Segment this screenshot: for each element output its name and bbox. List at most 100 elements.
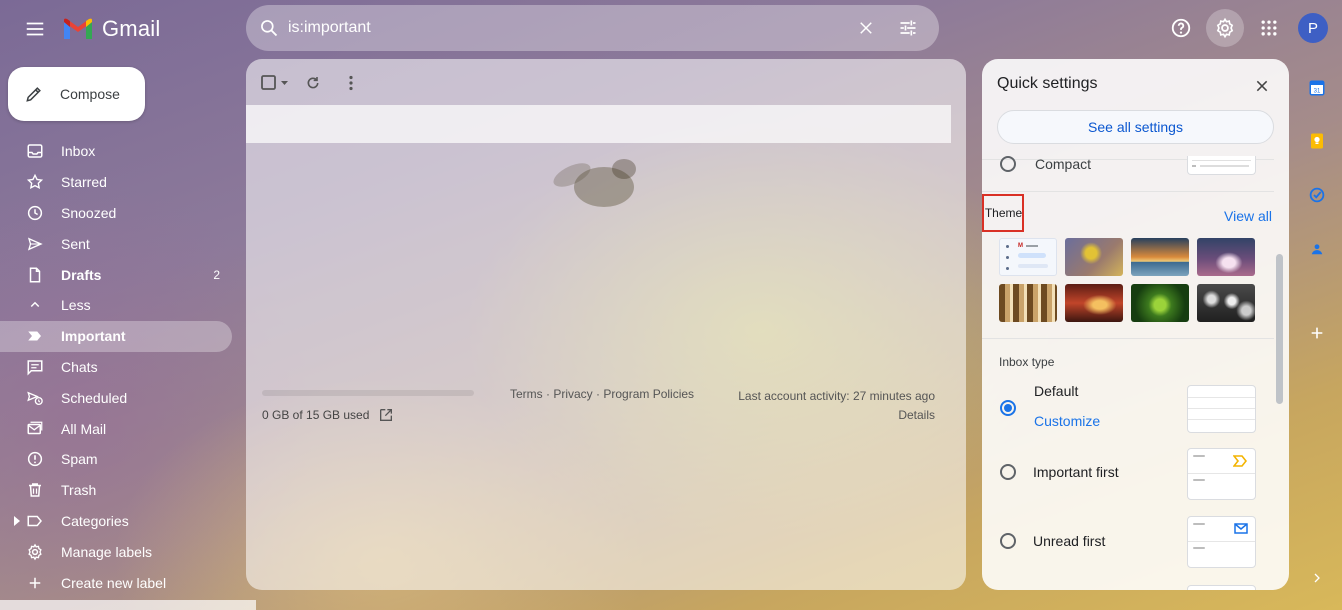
sidebar-item-label: Sent (61, 235, 90, 252)
sidebar-item-label: Inbox (61, 143, 96, 160)
compact-preview (1187, 156, 1256, 175)
search-input[interactable] (288, 19, 841, 37)
help-icon[interactable] (1162, 9, 1200, 47)
quick-settings-title: Quick settings (997, 75, 1098, 92)
sidebar-item-label: Important (61, 328, 126, 345)
open-external-icon[interactable] (377, 406, 395, 424)
search-icon[interactable] (258, 17, 280, 39)
last-activity-text: Last account activity: 27 minutes ago (738, 389, 935, 403)
storage-text: 0 GB of 15 GB used (262, 408, 370, 422)
draft-icon (26, 266, 44, 284)
more-options-icon[interactable] (336, 69, 366, 97)
sidebar-item-spam[interactable]: Spam (0, 444, 232, 475)
sidebar-item-label: Starred (61, 174, 107, 191)
label-icon (26, 512, 44, 530)
gmail-m-icon (62, 17, 94, 41)
sidebar-item-categories[interactable]: Categories (0, 506, 232, 537)
sidebar-item-chats[interactable]: Chats (0, 352, 232, 383)
important-marker-icon (1233, 455, 1247, 467)
sidebar-item-label: Drafts (61, 266, 102, 283)
important-icon (26, 327, 44, 345)
sidebar-item-scheduled[interactable]: Scheduled (0, 382, 232, 413)
app-name: Gmail (102, 16, 161, 41)
default-radio[interactable] (1000, 400, 1016, 416)
scheduled-icon (26, 389, 44, 407)
select-all-checkbox[interactable] (260, 69, 290, 97)
account-activity: Last account activity: 27 minutes ago De… (738, 387, 935, 425)
sidebar-item-create-label[interactable]: Create new label (0, 567, 232, 598)
expand-side-panel-icon[interactable] (1305, 566, 1329, 590)
inbox-type-default-option[interactable]: Default (1000, 383, 1190, 399)
inbox-type-label: Important first (1033, 464, 1119, 480)
sidebar-item-label: Spam (61, 451, 98, 468)
important-first-preview (1187, 448, 1256, 500)
search-bar (246, 5, 939, 51)
main-menu-button[interactable] (20, 14, 50, 44)
contacts-icon[interactable] (1305, 237, 1329, 261)
inbox-type-important-first-option[interactable]: Important first (1000, 464, 1190, 480)
theme-thumb-default[interactable]: M (999, 238, 1057, 276)
unread-first-radio[interactable] (1000, 533, 1016, 549)
keep-icon[interactable] (1305, 129, 1329, 153)
theme-thumb-night-sky[interactable] (1197, 238, 1255, 276)
inbox-type-unread-first-option[interactable]: Unread first (1000, 533, 1190, 549)
clock-icon (26, 204, 44, 222)
add-addon-icon[interactable] (1305, 321, 1329, 345)
unread-first-preview (1187, 516, 1256, 568)
see-all-settings-button[interactable]: See all settings (997, 110, 1274, 144)
sidebar-item-inbox[interactable]: Inbox (0, 136, 232, 167)
gmail-logo[interactable]: Gmail (62, 16, 160, 42)
sidebar-item-starred[interactable]: Starred (0, 167, 232, 198)
theme-thumb-leaf[interactable] (1131, 284, 1189, 322)
clear-search-icon[interactable] (849, 11, 883, 45)
sidebar-item-snoozed[interactable]: Snoozed (0, 198, 232, 229)
refresh-icon[interactable] (298, 69, 328, 97)
search-options-icon[interactable] (891, 11, 925, 45)
close-icon[interactable] (1249, 73, 1275, 99)
theme-grid: M (999, 238, 1255, 322)
theme-thumb-chess[interactable] (999, 284, 1057, 322)
compose-label: Compose (60, 86, 120, 102)
customize-link[interactable]: Customize (1034, 413, 1100, 429)
sidebar-item-trash[interactable]: Trash (0, 475, 232, 506)
details-link[interactable]: Details (738, 406, 935, 425)
compact-label: Compact (1035, 156, 1092, 172)
program-policies-link[interactable]: Program Policies (603, 387, 694, 401)
gear-icon (26, 543, 44, 561)
next-inbox-preview (1187, 585, 1256, 590)
sidebar-item-drafts[interactable]: Drafts 2 (0, 259, 232, 290)
message-list-panel: 0 GB of 15 GB used Terms · Privacy · Pro… (246, 59, 966, 590)
sidebar-item-sent[interactable]: Sent (0, 228, 232, 259)
expand-caret-icon[interactable] (13, 515, 21, 526)
sidebar-item-important[interactable]: Important (0, 320, 232, 352)
quick-settings-scrollbar[interactable] (1276, 254, 1283, 404)
sidebar-nav: Inbox Starred Snoozed Sent Drafts 2 Less… (0, 136, 232, 598)
sidebar-item-label: Scheduled (61, 389, 128, 406)
important-first-radio[interactable] (1000, 464, 1016, 480)
all-mail-icon (26, 420, 44, 438)
theme-thumb-canyon[interactable] (1065, 284, 1123, 322)
privacy-link[interactable]: Privacy (553, 387, 592, 401)
sidebar-item-label: Snoozed (61, 204, 117, 221)
tasks-icon[interactable] (1305, 183, 1329, 207)
bottom-strip (0, 600, 1342, 610)
theme-thumb-bubbles[interactable] (1197, 284, 1255, 322)
compact-radio[interactable] (1000, 156, 1016, 172)
theme-thumb-bee[interactable] (1065, 238, 1123, 276)
star-icon (26, 173, 44, 191)
chat-icon (26, 358, 44, 376)
sidebar-item-label: Manage labels (61, 543, 153, 560)
compose-button[interactable]: Compose (8, 67, 145, 121)
storage-bar (262, 390, 474, 396)
sidebar-item-all-mail[interactable]: All Mail (0, 413, 232, 444)
sidebar-item-manage-labels[interactable]: Manage labels (0, 536, 232, 567)
theme-thumb-beach[interactable] (1131, 238, 1189, 276)
settings-icon[interactable] (1206, 9, 1244, 47)
footer-separator: · (542, 387, 554, 401)
sidebar-item-less[interactable]: Less (0, 290, 232, 321)
calendar-icon[interactable]: 31 (1305, 76, 1329, 100)
view-all-themes-link[interactable]: View all (1224, 208, 1272, 224)
terms-link[interactable]: Terms (510, 387, 543, 401)
bee-background-image (553, 159, 636, 207)
apps-icon[interactable] (1250, 9, 1288, 47)
